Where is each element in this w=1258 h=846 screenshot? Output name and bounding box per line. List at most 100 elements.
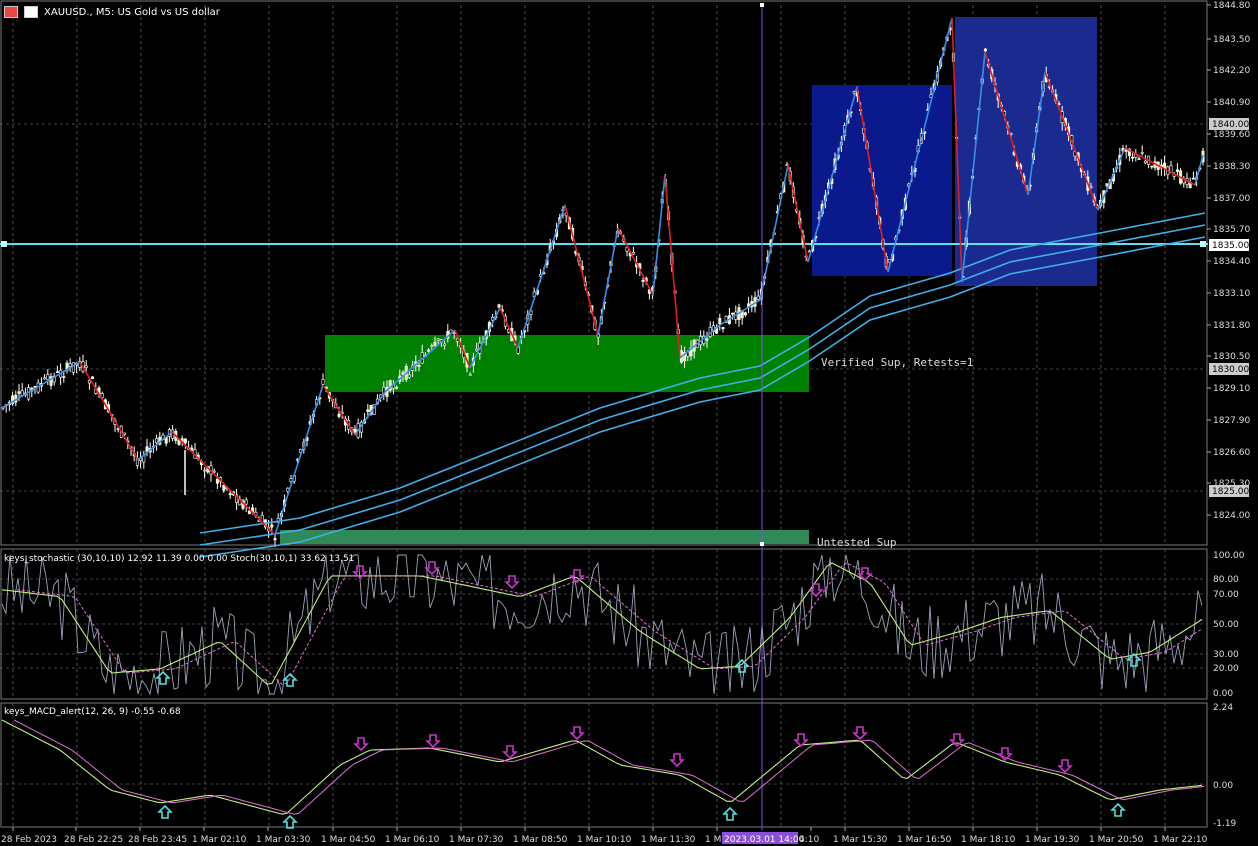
candle-body xyxy=(731,312,735,315)
candle-body xyxy=(203,469,207,472)
candle-body xyxy=(436,338,440,341)
time-axis-label: 28 Feb 22:25 xyxy=(64,835,123,845)
candle-body xyxy=(62,376,66,378)
arrow-up-icon xyxy=(282,814,298,829)
macd-lines xyxy=(1,719,1205,815)
candle-body xyxy=(55,371,59,373)
arrow-up-icon xyxy=(282,672,298,687)
candle-body xyxy=(212,470,216,473)
stoch-axis-label: 50.00 xyxy=(1213,620,1239,630)
price-tick-label: 1839.60 xyxy=(1213,130,1250,140)
time-axis-label: 28 Feb 2023 xyxy=(1,835,57,845)
time-axis-label: 1 Mar 10:10 xyxy=(577,835,632,845)
time-axis-label: 1 Mar 06:10 xyxy=(385,835,440,845)
zigzag-segment xyxy=(664,174,681,359)
arrow-down-icon xyxy=(424,561,440,576)
candle-body xyxy=(20,390,24,396)
candle-body xyxy=(123,432,127,435)
candle-body xyxy=(337,413,341,417)
price-tick-label: 1837.00 xyxy=(1213,194,1250,204)
time-axis-label: 1 Mar 08:50 xyxy=(513,835,568,845)
time-axis: 28 Feb 2023 28 Feb 22:25 28 Feb 23:45 1 Mar… xyxy=(1,827,1208,845)
arrow-down-icon xyxy=(353,737,369,752)
arrow-down-icon xyxy=(425,734,441,749)
arrow-up-icon xyxy=(722,806,738,821)
time-axis-label: 1 Mar 16:50 xyxy=(897,835,952,845)
candle-body xyxy=(1175,169,1179,172)
zigzag-segment xyxy=(759,164,789,301)
zigzag-segment xyxy=(787,164,809,263)
price-tick-label: 1829.10 xyxy=(1213,384,1250,394)
crosshair-handle-bottom[interactable] xyxy=(760,542,764,546)
candle-body xyxy=(273,538,277,541)
arrow-down-icon xyxy=(569,726,585,741)
candle-body xyxy=(407,374,411,378)
price-level-tag-label: 1825.00 xyxy=(1212,487,1249,497)
zigzag-segment xyxy=(322,384,356,436)
candle-body xyxy=(183,438,187,444)
time-axis-label: 1 Mar 18:10 xyxy=(961,835,1016,845)
untested-support-zone xyxy=(280,530,809,544)
candle-body xyxy=(433,341,437,346)
price-level-tag-label: 1840.00 xyxy=(1212,120,1249,130)
arrow-down-icon xyxy=(569,569,585,584)
time-axis-label: 1 M xyxy=(705,835,721,845)
candle-body xyxy=(1150,165,1154,168)
candle-body xyxy=(71,362,75,373)
candle-body xyxy=(443,343,447,346)
price-tick-label: 1827.90 xyxy=(1213,416,1250,426)
arrow-down-icon xyxy=(669,753,685,768)
macd-axis-label: 0.00 xyxy=(1213,781,1233,791)
candle-body xyxy=(222,485,226,491)
candle-body xyxy=(321,379,325,385)
price-axis: 1844.80 1843.50 1842.20 1840.90 1839.60 1838.… xyxy=(1207,1,1250,521)
price-tick-label: 1826.60 xyxy=(1213,448,1250,458)
stoch-axis-label: 30.00 xyxy=(1213,650,1239,660)
candle-body xyxy=(427,349,431,352)
price-level-tag-label: 1835.00 xyxy=(1212,241,1249,251)
level-line-handle-left[interactable] xyxy=(1,241,7,247)
price-tick-label: 1843.50 xyxy=(1213,35,1250,45)
stoch-axis-label: 70.00 xyxy=(1213,590,1239,600)
stoch-axis-label: 80.00 xyxy=(1213,575,1239,585)
candle-body xyxy=(68,363,72,367)
price-chart[interactable]: Verified Sup, Retests=1 Untested Sup key… xyxy=(0,0,1258,846)
arrow-down-icon xyxy=(504,575,520,590)
macd-main-line xyxy=(1,719,1203,815)
candle-body xyxy=(756,295,760,300)
level-line-handle-right[interactable] xyxy=(1200,241,1206,247)
time-axis-label: 1 Mar 02:10 xyxy=(192,835,247,845)
macd-axis-label: -1.19 xyxy=(1213,819,1237,829)
stoch-axis-label: 100.00 xyxy=(1213,551,1245,561)
candle-body xyxy=(228,493,232,496)
zigzag-segment xyxy=(617,227,654,296)
arrow-down-icon xyxy=(1057,759,1073,774)
zigzag-segment xyxy=(171,431,276,536)
zigzag-segment xyxy=(79,361,139,461)
candle-body xyxy=(91,376,95,379)
candle-body xyxy=(497,304,501,308)
zigzag-segment xyxy=(137,431,173,461)
untested-zone-label: Untested Sup xyxy=(817,536,896,549)
candle-body xyxy=(247,510,251,515)
candle-body xyxy=(401,372,405,375)
candle-body xyxy=(46,374,50,381)
candle-body xyxy=(215,478,219,484)
candle-body xyxy=(270,524,274,528)
price-tick-label: 1831.80 xyxy=(1213,321,1250,331)
candle-body xyxy=(983,48,987,52)
arrow-down-icon xyxy=(502,745,518,760)
price-tick-label: 1834.40 xyxy=(1213,257,1250,267)
time-axis-label: 1 Mar 03:30 xyxy=(256,835,311,845)
candle-body xyxy=(1191,177,1195,180)
price-tick-label: 1830.50 xyxy=(1213,352,1250,362)
candle-body xyxy=(721,327,725,330)
candle-body xyxy=(743,312,747,316)
stoch-axis: 100.00 80.00 70.00 50.00 30.00 20.00 0.00 xyxy=(1213,551,1245,699)
crosshair-handle-top[interactable] xyxy=(760,3,764,7)
candle-body xyxy=(395,386,399,389)
stoch-signal-line xyxy=(16,562,1203,685)
zigzag-segment xyxy=(564,204,599,336)
candle-body xyxy=(430,345,434,347)
time-axis-label: 1 Mar 15:30 xyxy=(833,835,888,845)
